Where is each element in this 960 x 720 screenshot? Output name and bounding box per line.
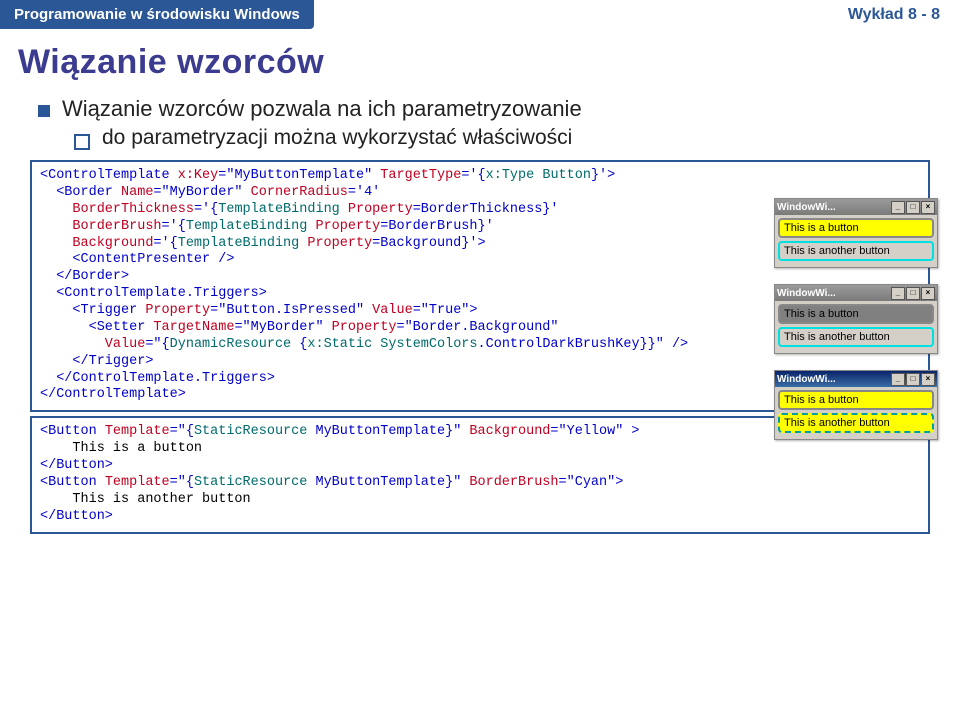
course-title: Programowanie w środowisku Windows	[14, 6, 300, 23]
max-icon: □	[906, 287, 920, 300]
window-titlebar: WindowWi... _ □ ×	[775, 285, 937, 301]
close-icon: ×	[921, 373, 935, 386]
window-titlebar: WindowWi... _ □ ×	[775, 199, 937, 215]
demo-button-2: This is another button	[778, 413, 934, 433]
min-icon: _	[891, 373, 905, 386]
max-icon: □	[906, 373, 920, 386]
slide-title: Wiązanie wzorców	[18, 43, 942, 82]
close-icon: ×	[921, 201, 935, 214]
max-icon: □	[906, 201, 920, 214]
window-title: WindowWi...	[777, 288, 836, 299]
preview-window-2: WindowWi... _ □ × This is a button This …	[774, 284, 938, 354]
window-title: WindowWi...	[777, 374, 836, 385]
demo-button-2: This is another button	[778, 241, 934, 261]
demo-button-1: This is a button	[778, 218, 934, 238]
min-icon: _	[891, 201, 905, 214]
demo-button-1: This is a button	[778, 304, 934, 324]
bullet-main: Wiązanie wzorców pozwala na ich parametr…	[38, 96, 942, 122]
min-icon: _	[891, 287, 905, 300]
bullet-text: Wiązanie wzorców pozwala na ich parametr…	[62, 96, 582, 122]
window-titlebar: WindowWi... _ □ ×	[775, 371, 937, 387]
sub-bullet-icon	[74, 134, 90, 150]
preview-window-1: WindowWi... _ □ × This is a button This …	[774, 198, 938, 268]
bullet-sub: do parametryzacji można wykorzystać właś…	[74, 126, 942, 150]
course-header: Programowanie w środowisku Windows	[0, 0, 314, 29]
sub-bullet-text: do parametryzacji można wykorzystać właś…	[102, 126, 572, 150]
lecture-number: Wykład 8 - 8	[848, 6, 940, 24]
demo-button-2: This is another button	[778, 327, 934, 347]
preview-window-3: WindowWi... _ □ × This is a button This …	[774, 370, 938, 440]
close-icon: ×	[921, 287, 935, 300]
preview-panel: WindowWi... _ □ × This is a button This …	[774, 198, 938, 456]
demo-button-1: This is a button	[778, 390, 934, 410]
window-title: WindowWi...	[777, 202, 836, 213]
bullet-icon	[38, 105, 50, 117]
